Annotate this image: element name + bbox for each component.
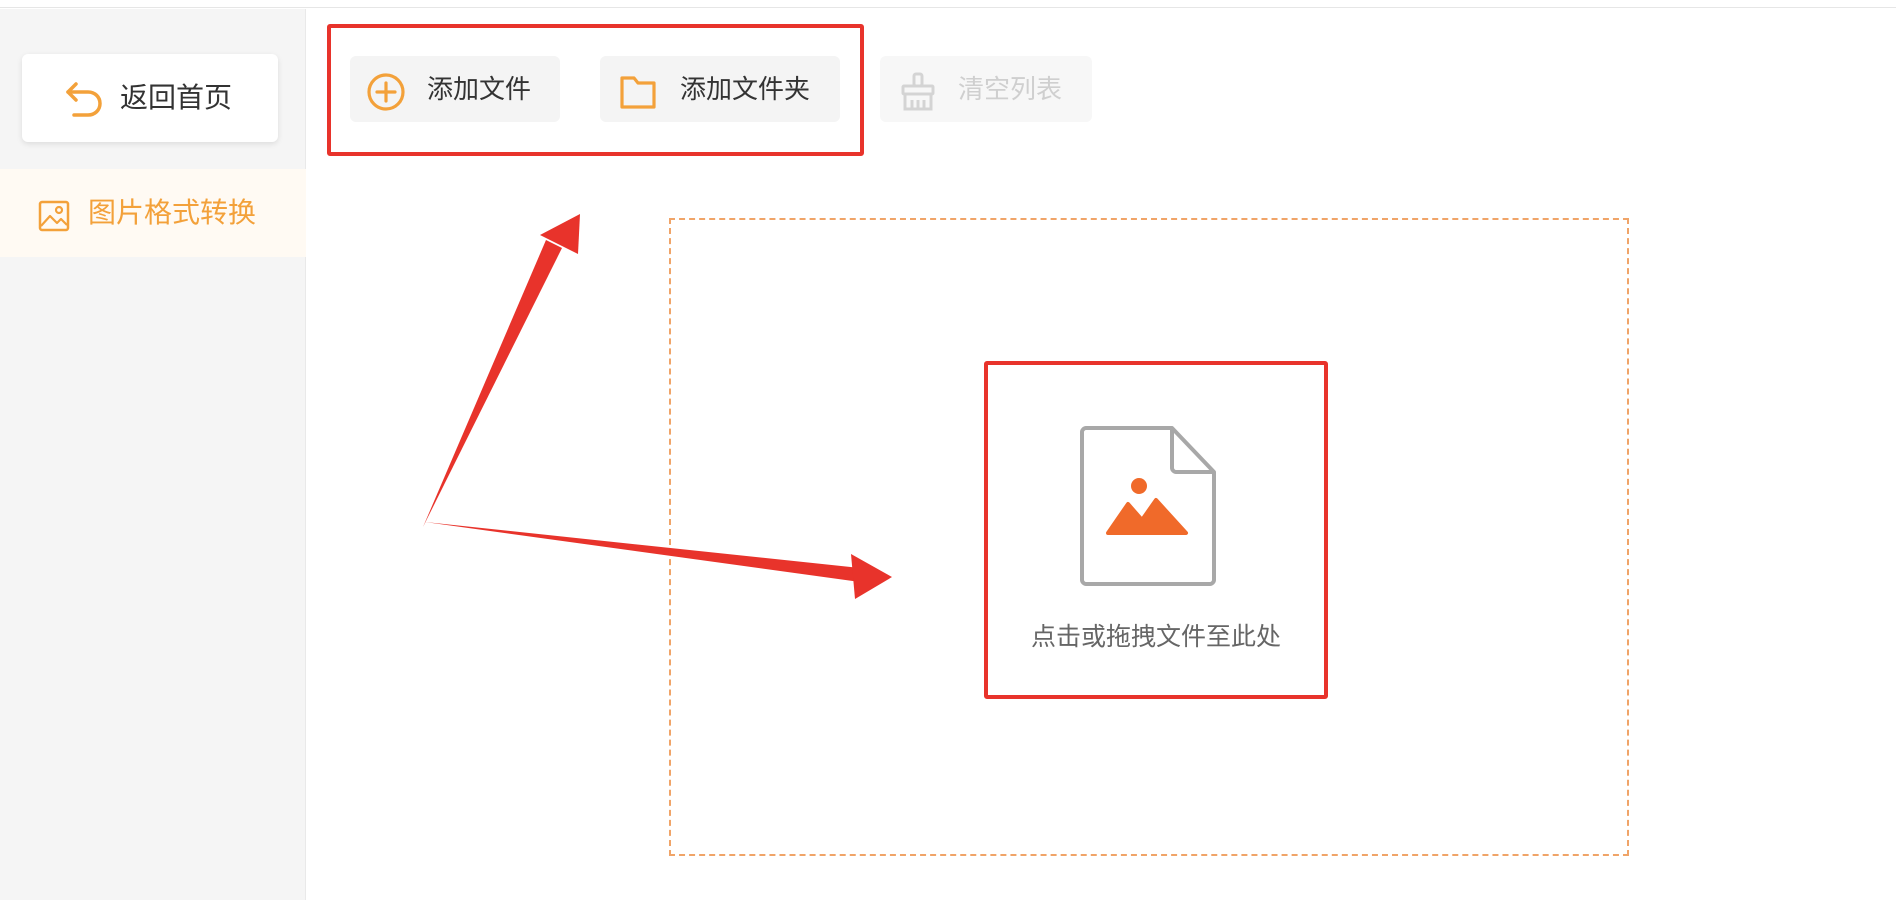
top-divider	[0, 0, 1896, 8]
sidebar-item-image-format-convert[interactable]: 图片格式转换	[0, 169, 306, 257]
image-icon	[38, 200, 70, 232]
sidebar: 返回首页 图片格式转换	[0, 9, 306, 900]
add-file-button[interactable]: 添加文件	[350, 56, 560, 122]
sidebar-item-label: 图片格式转换	[88, 196, 257, 229]
plus-circle-icon	[367, 73, 405, 111]
clear-list-label: 清空列表	[958, 75, 1063, 105]
add-folder-button[interactable]: 添加文件夹	[600, 56, 840, 122]
add-folder-label: 添加文件夹	[680, 75, 811, 105]
drop-zone-hint: 点击或拖拽文件至此处	[1030, 622, 1281, 651]
folder-icon	[620, 76, 656, 109]
arrow-to-toolbar	[423, 214, 580, 527]
back-home-label: 返回首页	[120, 81, 233, 114]
undo-arrow-icon	[66, 82, 102, 117]
broom-icon	[901, 72, 935, 111]
add-file-label: 添加文件	[427, 75, 532, 105]
image-file-icon	[1080, 426, 1216, 586]
back-home-button[interactable]: 返回首页	[22, 54, 278, 142]
clear-list-button[interactable]: 清空列表	[880, 56, 1092, 122]
app-window: 返回首页 图片格式转换 添加文件 添加文件夹 清空列表 点击或拖拽文件至此处	[0, 0, 1896, 900]
